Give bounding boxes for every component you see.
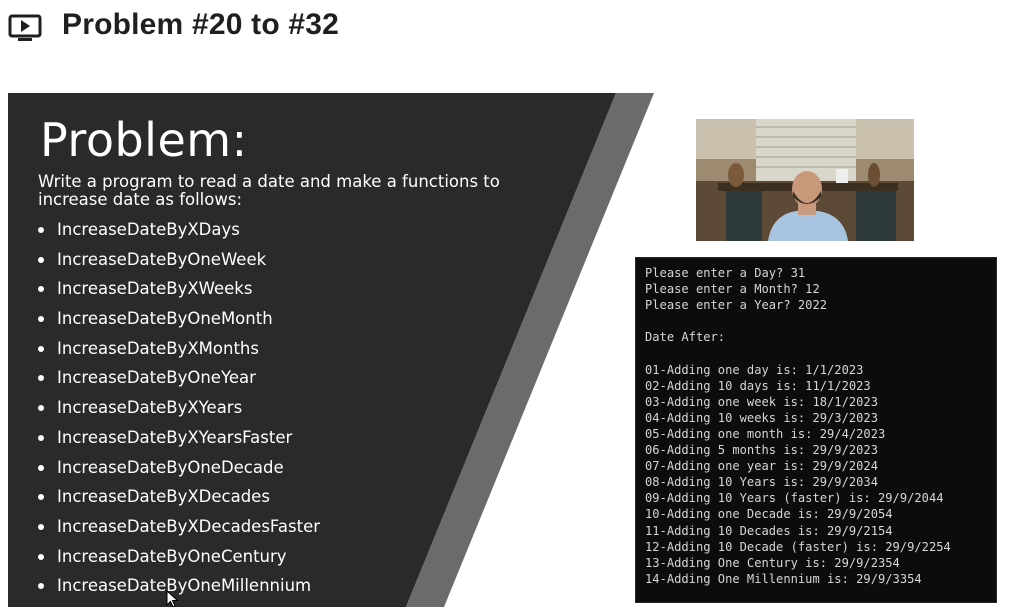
bullet-icon	[38, 375, 44, 382]
console-line: 12-Adding 10 Decade (faster) is: 29/9/22…	[645, 539, 951, 554]
list-item: IncreaseDateByOneMonth	[36, 308, 320, 338]
console-line: 03-Adding one week is: 18/1/2023	[645, 394, 878, 409]
console-line: Please enter a Year? 2022	[645, 298, 828, 313]
function-name: IncreaseDateByXYears	[57, 398, 243, 418]
console-line: Please enter a Month? 12	[645, 282, 820, 297]
function-name: IncreaseDateByXDecades	[57, 487, 270, 507]
console-line: 02-Adding 10 days is: 11/1/2023	[645, 378, 871, 393]
bullet-icon	[38, 553, 44, 560]
function-name: IncreaseDateByXMonths	[57, 338, 259, 358]
bullet-icon	[38, 494, 44, 501]
bullet-icon	[38, 227, 44, 233]
bullet-icon	[38, 256, 44, 263]
bullet-icon	[38, 316, 44, 323]
list-item: IncreaseDateByOneYear	[36, 367, 320, 397]
console-line: 05-Adding one month is: 29/4/2023	[645, 426, 886, 441]
video-lesson-icon	[8, 14, 42, 41]
page-header: Problem #20 to #32	[0, 0, 1010, 60]
function-name: IncreaseDateByOneCentury	[57, 546, 287, 566]
function-name: IncreaseDateByOneMonth	[57, 309, 273, 329]
list-item: IncreaseDateByXDays	[36, 219, 320, 249]
bullet-icon	[38, 286, 44, 293]
bullet-icon	[38, 583, 44, 590]
function-list: IncreaseDateByXDays IncreaseDateByOneWee…	[36, 219, 320, 605]
function-name: IncreaseDateByXDays	[57, 220, 240, 239]
bullet-icon	[38, 345, 44, 352]
mouse-cursor-icon	[166, 590, 179, 607]
console-line: Please enter a Day? 31	[645, 266, 806, 280]
function-name: IncreaseDateByXDecadesFaster	[57, 516, 321, 536]
console-line: 14-Adding One Millennium is: 29/9/3354	[645, 571, 922, 586]
list-item: IncreaseDateByXYears	[36, 397, 320, 427]
list-item: IncreaseDateByXYearsFaster	[36, 427, 320, 457]
console-line: 13-Adding One Century is: 29/9/2354	[645, 555, 900, 570]
console-line: 09-Adding 10 Years (faster) is: 29/9/204…	[645, 491, 944, 506]
list-item: IncreaseDateByXDecadesFaster	[36, 516, 320, 546]
list-item: IncreaseDateByOneCentury	[36, 546, 320, 576]
console-line: 04-Adding 10 weeks is: 29/3/2023	[645, 410, 878, 425]
list-item: IncreaseDateByXMonths	[36, 338, 320, 368]
bullet-icon	[38, 434, 44, 441]
list-item: IncreaseDateByXDecades	[36, 486, 320, 516]
bullet-icon	[38, 405, 44, 412]
function-name: IncreaseDateByOneDecade	[57, 457, 284, 477]
console-text: Please enter a Day? 31 Please enter a Mo…	[645, 265, 951, 587]
function-name: IncreaseDateByOneWeek	[57, 249, 267, 269]
list-item: IncreaseDateByXWeeks	[36, 278, 320, 308]
presenter-webcam-image	[696, 119, 914, 241]
list-item: IncreaseDateByOneDecade	[36, 457, 320, 487]
console-output: Please enter a Day? 31 Please enter a Mo…	[636, 258, 996, 602]
console-line: 11-Adding 10 Decades is: 29/9/2154	[645, 523, 893, 538]
bullet-icon	[38, 523, 44, 530]
slide-heading: Problem:	[40, 113, 248, 167]
console-line: 10-Adding one Decade is: 29/9/2054	[645, 507, 893, 522]
console-line: 01-Adding one day is: 1/1/2023	[645, 362, 864, 377]
console-line: 06-Adding 5 months is: 29/9/2023	[645, 443, 878, 458]
presenter-webcam	[696, 119, 914, 241]
list-item: IncreaseDateByOneWeek	[36, 249, 320, 279]
function-name: IncreaseDateByOneMillennium	[57, 576, 312, 596]
console-line: 08-Adding 10 Years is: 29/9/2034	[645, 475, 878, 490]
bullet-icon	[38, 464, 44, 471]
function-name: IncreaseDateByXWeeks	[57, 279, 253, 299]
console-line: 07-Adding one year is: 29/9/2024	[645, 459, 878, 474]
function-name: IncreaseDateByOneYear	[57, 368, 256, 388]
console-line: Date After:	[645, 330, 726, 345]
video-player[interactable]: Problem: Write a program to read a date …	[8, 93, 1010, 607]
slide-intro-text: Write a program to read a date and make …	[38, 172, 500, 209]
page-title: Problem #20 to #32	[62, 8, 340, 41]
function-name: IncreaseDateByXYearsFaster	[57, 427, 293, 447]
